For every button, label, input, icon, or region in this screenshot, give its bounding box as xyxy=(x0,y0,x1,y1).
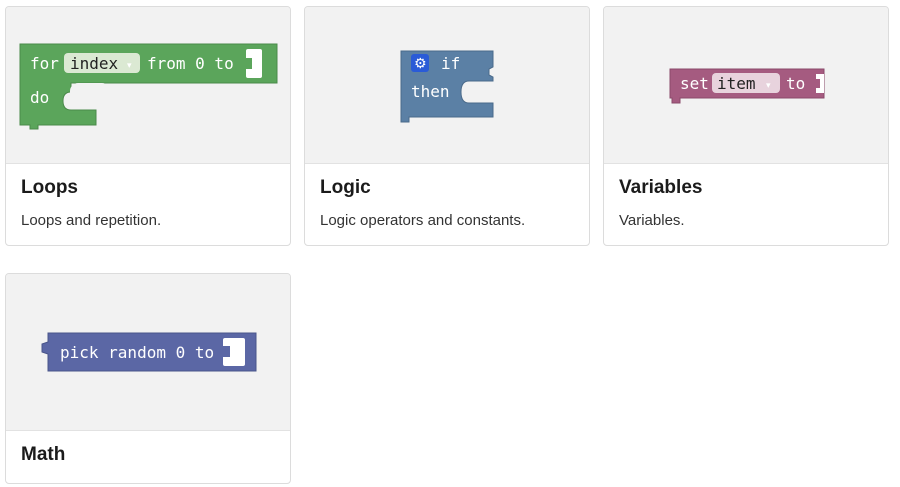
card-preview: ⚙ if then xyxy=(305,7,589,164)
chevron-down-icon: ▾ xyxy=(766,81,771,91)
card-description: Loops and repetition. xyxy=(21,212,162,229)
loops-block-image: for index ▾ from 0 to do xyxy=(19,43,278,130)
card-math[interactable]: pick random 0 to Math xyxy=(5,273,291,484)
gear-icon[interactable]: ⚙ xyxy=(414,56,427,72)
loops-do-socket xyxy=(70,83,110,109)
for-keyword: for xyxy=(30,54,59,73)
pick-random-label: pick random 0 to xyxy=(60,343,214,362)
card-title: Variables xyxy=(619,177,703,198)
card-title: Logic xyxy=(320,177,371,198)
card-preview: pick random 0 to xyxy=(6,274,290,431)
card-preview: set item ▾ to xyxy=(604,7,888,164)
card-loops[interactable]: for index ▾ from 0 to do Loops Loops and… xyxy=(5,6,291,246)
then-keyword: then xyxy=(411,82,450,101)
card-logic[interactable]: ⚙ if then Logic Logic operators and cons… xyxy=(304,6,590,246)
card-title: Loops xyxy=(21,177,78,198)
math-block-image: pick random 0 to xyxy=(41,332,257,372)
from-keyword: from 0 to xyxy=(147,54,234,73)
if-keyword: if xyxy=(441,54,460,73)
item-dropdown-value: item xyxy=(717,74,756,93)
logic-block-image: ⚙ if then xyxy=(400,50,494,123)
card-description: Variables. xyxy=(619,212,685,229)
variables-block-image: set item ▾ to xyxy=(669,68,825,104)
set-keyword: set xyxy=(680,74,709,93)
card-preview: for index ▾ from 0 to do xyxy=(6,7,290,164)
card-title: Math xyxy=(21,444,66,465)
do-keyword: do xyxy=(30,88,49,107)
to-keyword: to xyxy=(786,74,805,93)
card-description: Logic operators and constants. xyxy=(320,212,526,229)
index-dropdown-value: index xyxy=(70,54,119,73)
card-variables[interactable]: set item ▾ to Variables Variables. xyxy=(603,6,889,246)
chevron-down-icon: ▾ xyxy=(127,61,132,71)
